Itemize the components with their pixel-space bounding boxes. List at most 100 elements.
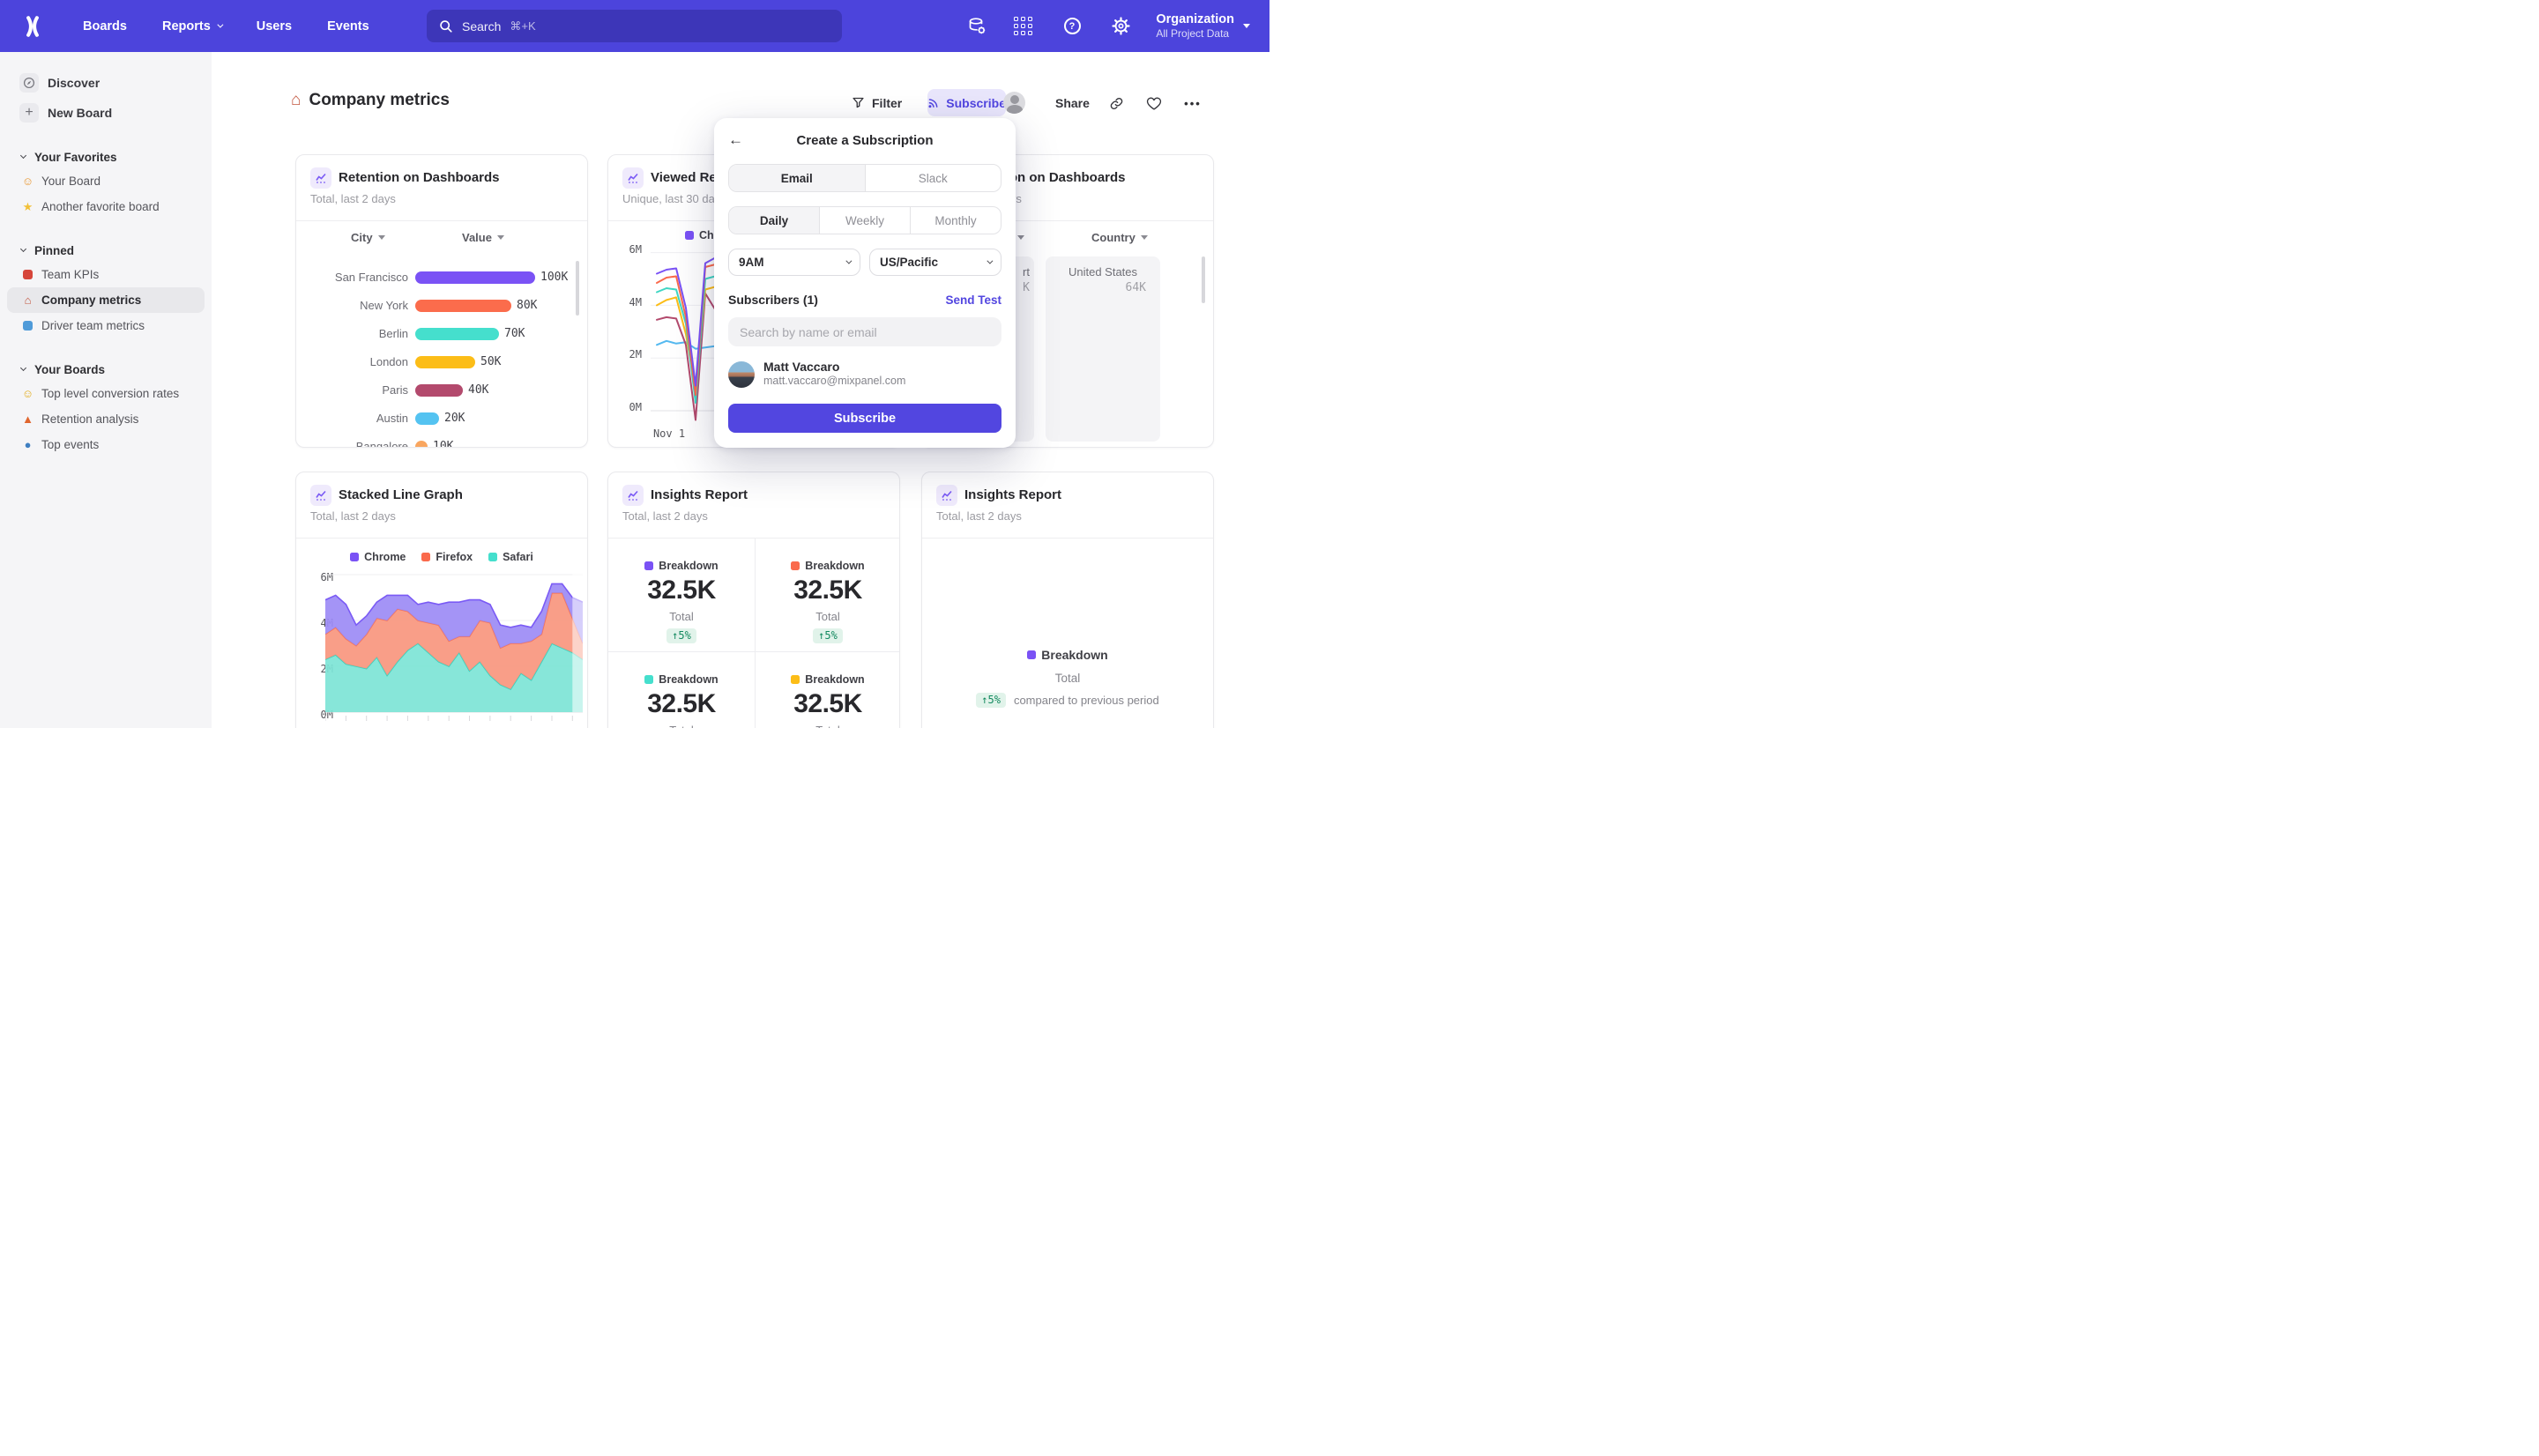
table-row: San Francisco100K xyxy=(296,268,588,287)
settings-gear-icon[interactable] xyxy=(1103,0,1138,52)
chevron-down-icon xyxy=(20,246,26,252)
delta-badge: ↑5% xyxy=(608,628,755,643)
section-title: Pinned xyxy=(34,244,74,257)
legend-breakdown[interactable]: Breakdown xyxy=(755,673,900,686)
sidebar: Discover + New Board Your Favorites☺Your… xyxy=(0,52,212,728)
sidebar-item-label: Discover xyxy=(48,76,100,90)
sidebar-section-pinned[interactable]: Pinned xyxy=(0,239,212,262)
sidebar-item-your-board[interactable]: ☺Your Board xyxy=(0,168,212,194)
bar[interactable] xyxy=(415,441,428,448)
metric-value: 32.5K xyxy=(608,689,755,719)
sidebar-item-label: Team KPIs xyxy=(41,268,99,281)
bar[interactable] xyxy=(415,412,439,425)
subscribe-button[interactable]: Subscribe xyxy=(927,89,1006,116)
legend-breakdown[interactable]: Breakdown xyxy=(608,560,755,572)
y-tick: 6M xyxy=(615,243,642,256)
table-row: Bangalore10K xyxy=(296,437,588,448)
favorite-heart-icon[interactable] xyxy=(1143,92,1165,115)
time-select[interactable]: 9AM xyxy=(728,249,860,276)
column-header-value[interactable]: Value xyxy=(462,231,504,244)
backpack-icon xyxy=(21,270,34,279)
stacked-area-chart xyxy=(325,573,583,728)
panel-value: K xyxy=(1023,281,1030,294)
legend-firefox[interactable]: Firefox xyxy=(421,551,473,563)
card-subtitle: Total, last 2 days xyxy=(622,509,708,523)
mixpanel-logo[interactable] xyxy=(21,15,53,38)
org-name: Organization xyxy=(1156,11,1234,27)
filter-label: Filter xyxy=(872,96,902,110)
channel-tabs: Email Slack xyxy=(728,164,1001,192)
country-panel-us[interactable]: United States 64K xyxy=(1046,256,1160,442)
bar[interactable] xyxy=(415,328,499,340)
compass-icon xyxy=(19,73,39,93)
card-subtitle: Unique, last 30 days xyxy=(622,192,726,205)
column-header-city[interactable]: City xyxy=(351,231,385,244)
column-header-country[interactable]: Country xyxy=(1091,231,1148,244)
bar[interactable] xyxy=(415,300,511,312)
nav-item-users[interactable]: Users xyxy=(257,19,292,33)
sidebar-item-top-level-conversion-rates[interactable]: ☺Top level conversion rates xyxy=(0,381,212,406)
sidebar-section-your-boards[interactable]: Your Boards xyxy=(0,358,212,381)
chevron-down-icon xyxy=(20,365,26,371)
total-label: Total xyxy=(922,672,1213,685)
nav-item-boards[interactable]: Boards xyxy=(83,19,127,33)
create-subscription-modal: ← Create a Subscription Email Slack Dail… xyxy=(714,118,1016,448)
card-stacked-line-graph: Stacked Line Graph Total, last 2 days Ch… xyxy=(295,472,588,728)
bar[interactable] xyxy=(415,356,475,368)
timezone-select[interactable]: US/Pacific xyxy=(869,249,1001,276)
sidebar-item-company-metrics[interactable]: ⌂Company metrics xyxy=(7,287,205,313)
sidebar-section-your-favorites[interactable]: Your Favorites xyxy=(0,145,212,168)
filter-button[interactable]: Filter xyxy=(852,89,902,116)
legend-breakdown[interactable]: Breakdown xyxy=(755,560,900,572)
more-options-icon[interactable]: ••• xyxy=(1181,92,1204,115)
subscribe-submit-button[interactable]: Subscribe xyxy=(728,404,1001,433)
total-label: Total xyxy=(608,724,755,728)
panel-label: United States xyxy=(1046,265,1160,279)
tab-weekly[interactable]: Weekly xyxy=(819,207,910,234)
apps-grid-icon[interactable] xyxy=(1005,0,1040,52)
send-test-link[interactable]: Send Test xyxy=(945,293,1001,307)
chevron-down-icon xyxy=(845,258,852,264)
card-scrollbar[interactable] xyxy=(576,261,579,316)
org-switcher[interactable]: Organization All Project Data xyxy=(1156,0,1250,52)
tab-daily[interactable]: Daily xyxy=(729,207,819,234)
nav-item-reports[interactable]: Reports xyxy=(162,19,221,33)
subscriber-search-input[interactable] xyxy=(728,317,1001,346)
legend-breakdown[interactable]: Breakdown xyxy=(608,673,755,686)
data-management-icon[interactable] xyxy=(959,0,994,52)
chart-legend: Chrome Firefox Safari xyxy=(296,551,587,563)
board-title: ⌂ Company metrics xyxy=(291,91,450,110)
sidebar-item-discover[interactable]: Discover xyxy=(0,70,212,96)
copy-link-icon[interactable] xyxy=(1105,92,1128,115)
sidebar-item-new-board[interactable]: + New Board xyxy=(0,100,212,126)
search-input[interactable]: Search ⌘+K xyxy=(427,10,842,42)
sidebar-item-driver-team-metrics[interactable]: Driver team metrics xyxy=(0,313,212,338)
time-value: 9AM xyxy=(739,256,764,269)
subscribe-rss-icon xyxy=(927,97,939,109)
legend-breakdown[interactable]: Breakdown xyxy=(922,648,1213,662)
tab-monthly[interactable]: Monthly xyxy=(910,207,1001,234)
report-chart-icon xyxy=(936,485,957,506)
plus-icon: + xyxy=(19,103,39,123)
city-label: Paris xyxy=(302,383,408,397)
sidebar-item-top-events[interactable]: ●Top events xyxy=(0,432,212,457)
sidebar-item-label: Top level conversion rates xyxy=(41,387,179,400)
sidebar-item-another-favorite-board[interactable]: ★Another favorite board xyxy=(0,194,212,219)
panel-value: 64K xyxy=(1126,281,1146,294)
card-scrollbar[interactable] xyxy=(1202,256,1205,303)
bar[interactable] xyxy=(415,271,535,284)
legend-chrome[interactable]: Chrome xyxy=(350,551,406,563)
avatar[interactable] xyxy=(1003,92,1025,114)
bar[interactable] xyxy=(415,384,463,397)
sidebar-item-retention-analysis[interactable]: ▲Retention analysis xyxy=(0,406,212,432)
nav-item-events[interactable]: Events xyxy=(327,19,369,33)
card-title: Stacked Line Graph xyxy=(339,487,463,502)
legend-safari[interactable]: Safari xyxy=(488,551,533,563)
share-button[interactable]: Share xyxy=(1055,89,1090,116)
help-icon[interactable]: ? xyxy=(1054,0,1090,52)
city-label: London xyxy=(302,355,408,368)
delta-badge: ↑5% xyxy=(976,693,1006,708)
tab-email[interactable]: Email xyxy=(729,165,865,191)
sidebar-item-team-kpis[interactable]: Team KPIs xyxy=(0,262,212,287)
tab-slack[interactable]: Slack xyxy=(865,165,1001,191)
